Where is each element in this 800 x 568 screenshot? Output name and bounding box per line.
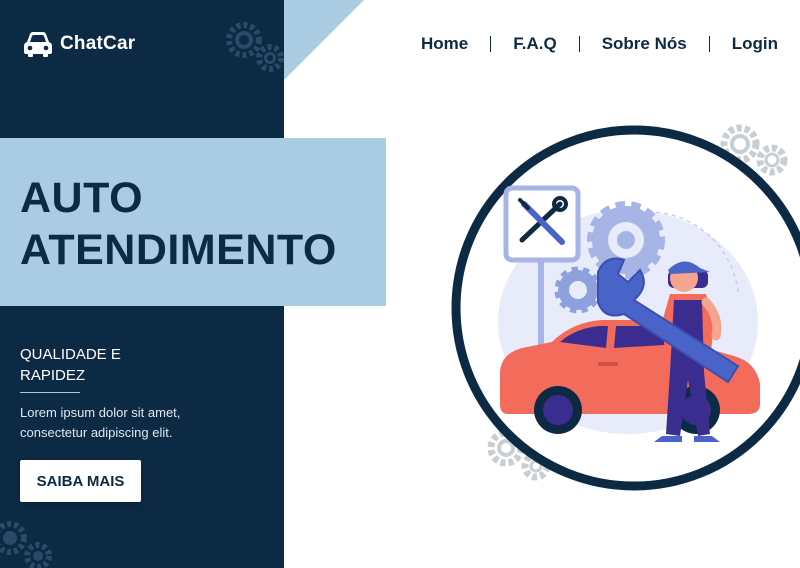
- nav-faq[interactable]: F.A.Q: [513, 34, 556, 54]
- hero-description-line-1: Lorem ipsum dolor sit amet,: [20, 405, 181, 420]
- gears-icon: [226, 22, 284, 72]
- nav-divider: [490, 36, 492, 52]
- nav-divider: [708, 36, 710, 52]
- gears-icon: [0, 521, 52, 568]
- nav-divider: [578, 36, 580, 52]
- hero-description: Lorem ipsum dolor sit amet, consectetur …: [20, 403, 260, 443]
- nav-login[interactable]: Login: [732, 34, 778, 54]
- hero-subtitle: QUALIDADE E RAPIDEZ: [20, 344, 220, 386]
- hero-title-line-2: ATENDIMENTO: [20, 226, 337, 274]
- learn-more-button[interactable]: SAIBA MAIS: [20, 460, 141, 502]
- car-icon: [24, 32, 52, 57]
- mechanic-car-illustration: [451, 125, 800, 491]
- hero-subtitle-line-2: RAPIDEZ: [20, 367, 86, 384]
- nav-about[interactable]: Sobre Nós: [602, 34, 687, 54]
- gear-icon: [554, 266, 602, 314]
- subtitle-underline: [20, 392, 80, 393]
- brand-name: ChatCar: [60, 33, 136, 54]
- top-nav: Home F.A.Q Sobre Nós Login: [421, 34, 778, 54]
- brand-logo[interactable]: ChatCar: [22, 30, 135, 58]
- hero-subtitle-line-1: QUALIDADE E: [20, 346, 121, 363]
- hero-description-line-2: consectetur adipiscing elit.: [20, 425, 173, 440]
- nav-home[interactable]: Home: [421, 34, 468, 54]
- hero-title: AUTO ATENDIMENTO: [20, 172, 337, 276]
- hero-title-line-1: AUTO: [20, 174, 144, 222]
- corner-triangle-decoration: [284, 0, 364, 80]
